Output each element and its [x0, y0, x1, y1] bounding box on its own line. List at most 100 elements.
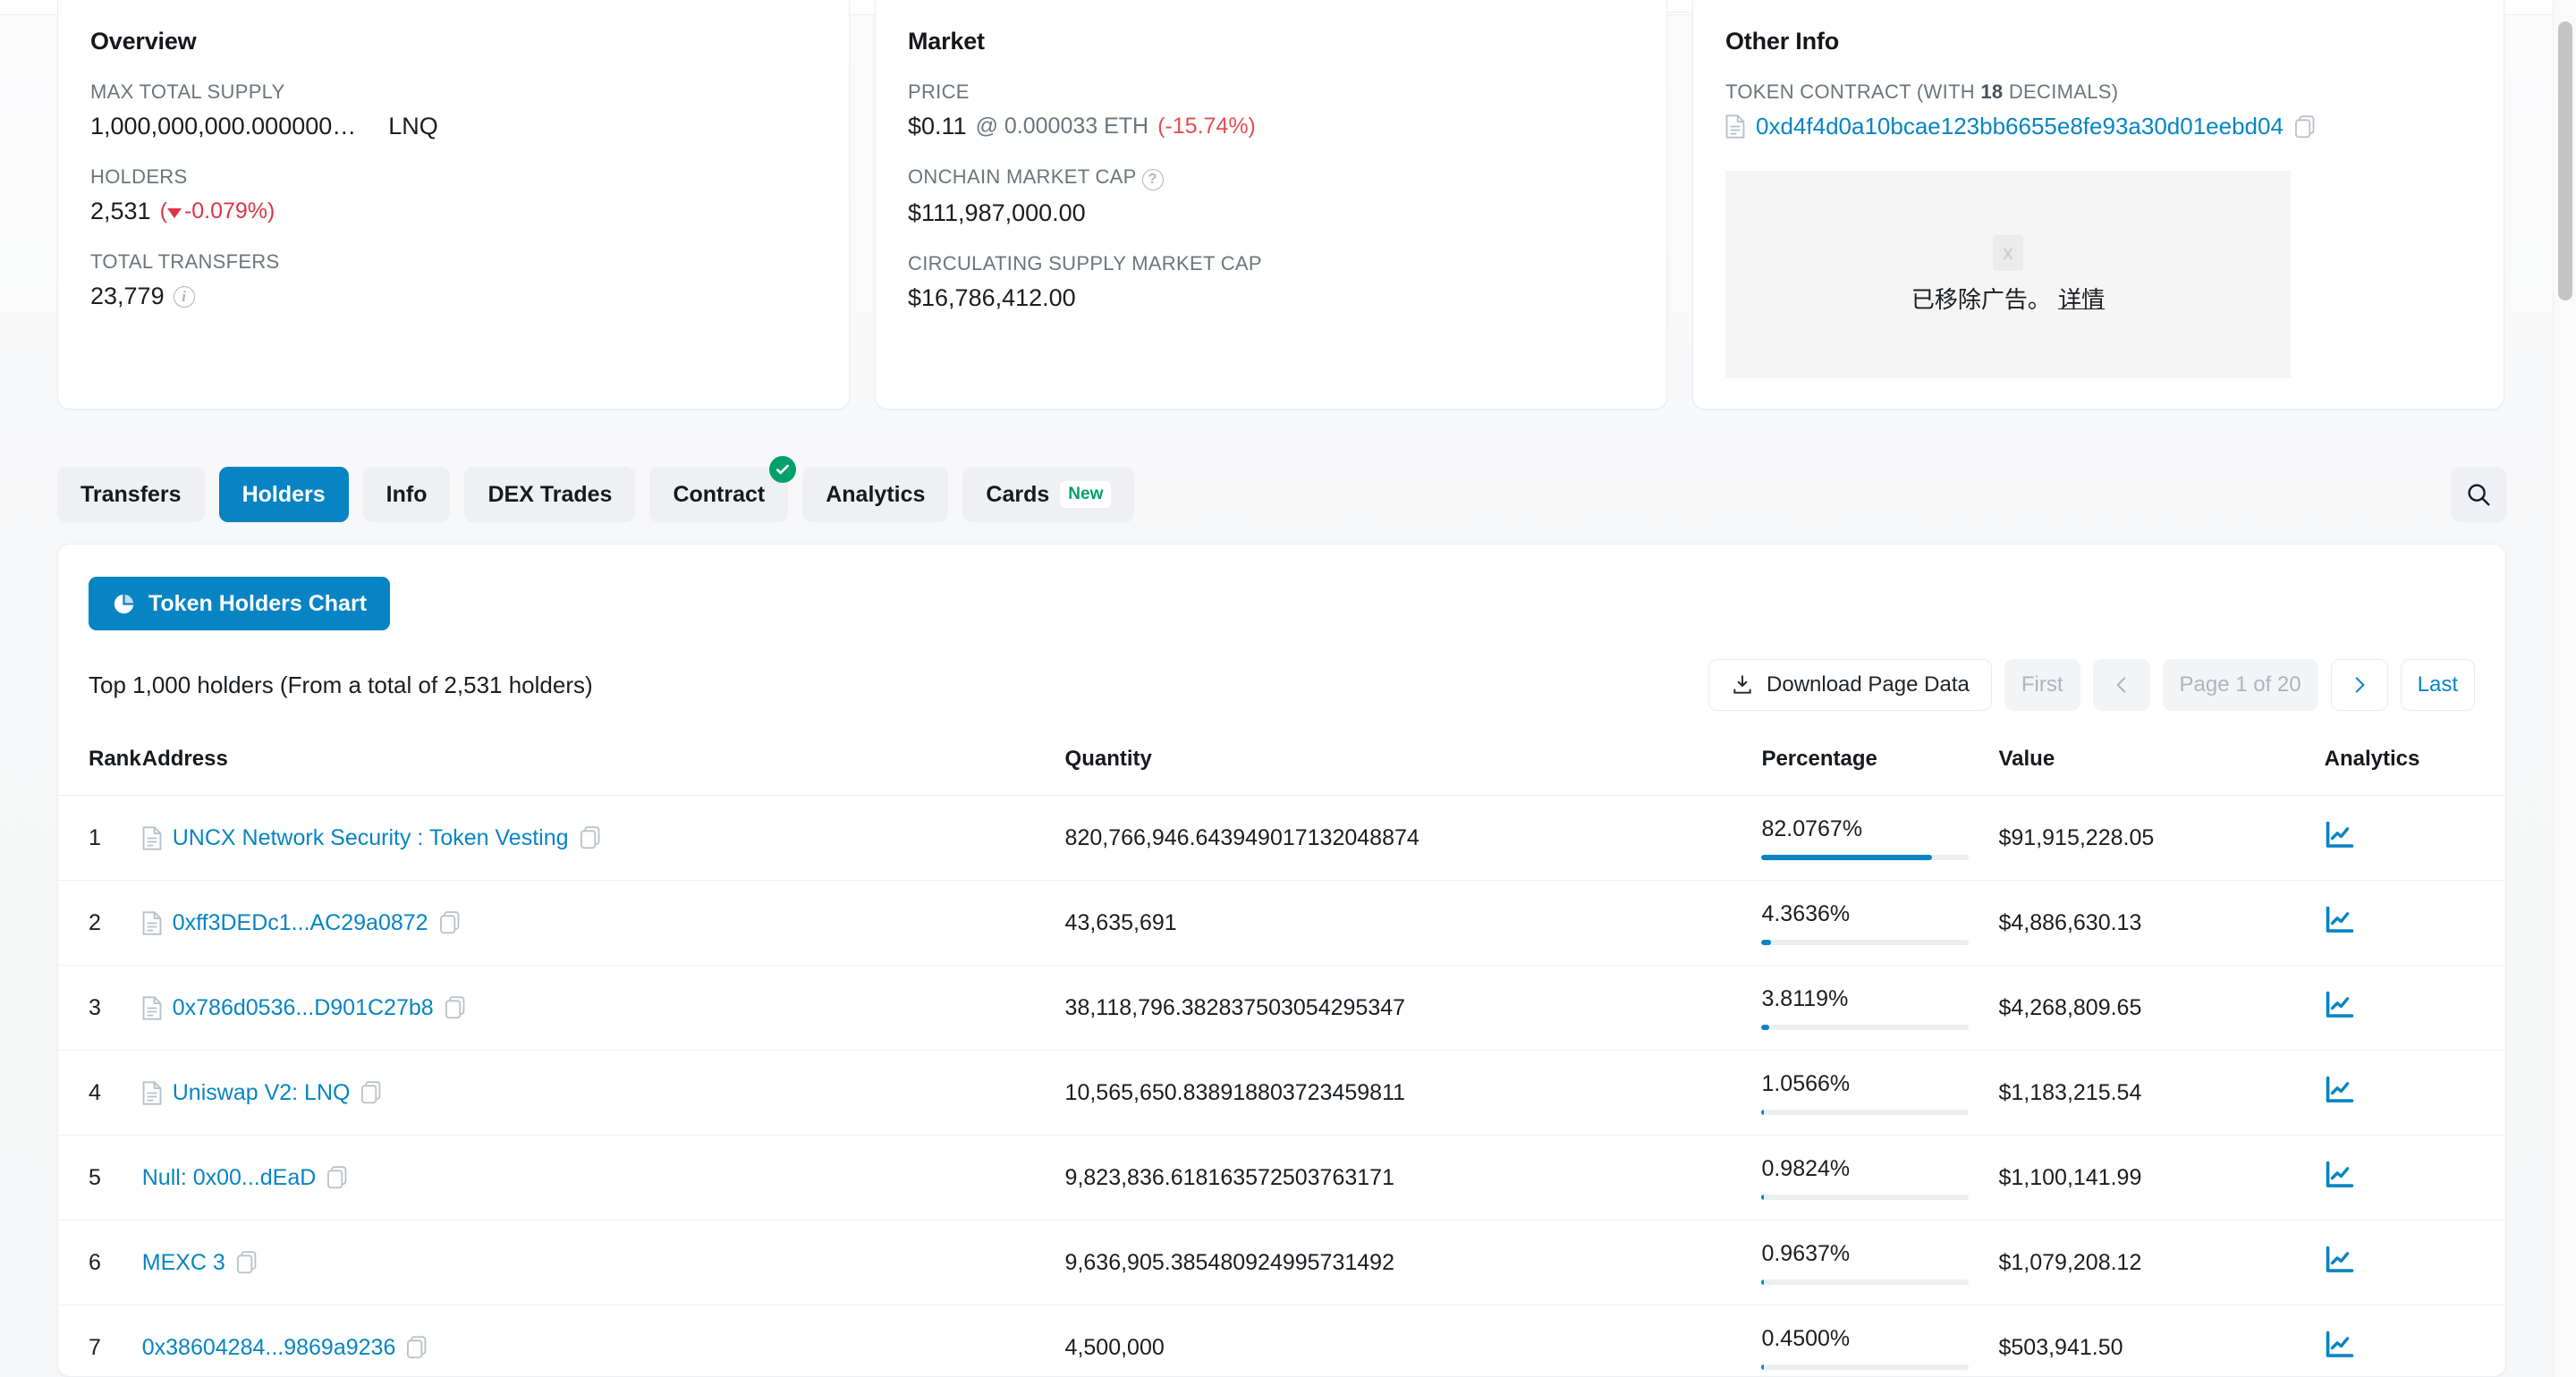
tab-cards[interactable]: Cards New — [962, 467, 1135, 522]
pie-chart-icon — [114, 594, 134, 613]
cell-analytics — [2324, 1305, 2505, 1376]
copy-icon[interactable] — [439, 911, 461, 934]
holders-change: (-0.079%) — [159, 199, 275, 224]
percentage-bar — [1761, 1364, 1970, 1370]
token-symbol: LNQ — [388, 113, 438, 139]
cell-percentage: 3.8119% — [1761, 965, 1999, 1051]
cell-value: $503,941.50 — [1998, 1305, 2325, 1376]
percentage-bar — [1761, 1194, 1970, 1200]
percentage-value: 4.3636% — [1761, 900, 1851, 926]
holders-value-row: 2,531 (-0.079%) — [90, 198, 817, 225]
cell-analytics — [2324, 1050, 2505, 1136]
token-holders-chart-button[interactable]: Token Holders Chart — [89, 577, 391, 630]
percentage-value: 0.4500% — [1761, 1325, 1851, 1351]
tab-transfers[interactable]: Transfers — [57, 467, 205, 522]
cell-quantity: 9,636,905.385480924995731492 — [1064, 1220, 1762, 1305]
price-eth: @ 0.000033 ETH — [975, 114, 1149, 139]
ad-placeholder: x 已移除广告。 详情 — [1725, 171, 2291, 378]
cell-address: UNCX Network Security : Token Vesting — [141, 795, 1065, 881]
copy-icon[interactable] — [2294, 114, 2316, 139]
info-icon[interactable]: i — [173, 285, 195, 308]
copy-icon[interactable] — [360, 1081, 382, 1104]
chevron-left-icon — [2116, 677, 2125, 693]
address-link[interactable]: MEXC 3 — [142, 1250, 225, 1276]
analytics-chart-icon[interactable] — [2325, 906, 2355, 934]
analytics-chart-icon[interactable] — [2325, 1076, 2355, 1104]
tab-holders[interactable]: Holders — [218, 467, 349, 522]
analytics-chart-icon[interactable] — [2325, 821, 2355, 849]
th-value: Value — [1998, 747, 2055, 771]
percentage-value: 3.8119% — [1761, 985, 1849, 1011]
percentage-value: 0.9637% — [1761, 1240, 1851, 1266]
tab-dex-trades[interactable]: DEX Trades — [464, 467, 636, 522]
percentage-bar — [1761, 1109, 1970, 1115]
cell-quantity: 10,565,650.838918803723459811 — [1064, 1050, 1762, 1136]
holders-label: HOLDERS — [90, 165, 188, 188]
analytics-chart-icon[interactable] — [2325, 1246, 2355, 1274]
tab-analytics[interactable]: Analytics — [802, 467, 949, 522]
price-value-row: $0.11 @ 0.000033 ETH (-15.74%) — [908, 113, 1634, 140]
th-percentage: Percentage — [1761, 747, 1877, 771]
help-icon[interactable]: ? — [1141, 169, 1164, 190]
holders-table: Rank Address Quantity Percentage Value A… — [58, 731, 2505, 1376]
address-link[interactable]: 0x38604284...9869a9236 — [142, 1335, 396, 1361]
onchain-market-cap-label: ONCHAIN MARKET CAP ? — [908, 165, 1634, 190]
cell-percentage: 1.0566% — [1761, 1050, 1999, 1136]
ad-removed-text: 已移除广告。 详情 — [1911, 286, 2106, 314]
cell-address: 0x38604284...9869a9236 — [141, 1305, 1065, 1376]
address-link[interactable]: 0x786d0536...D901C27b8 — [173, 995, 434, 1021]
address-link[interactable]: Null: 0x00...dEaD — [142, 1165, 317, 1191]
table-toolbar: Top 1,000 holders (From a total of 2,531… — [89, 659, 2475, 711]
table-body: 1 UNCX Network Security : Token Vesting 82… — [58, 795, 2505, 1376]
first-page-button[interactable]: First — [2004, 659, 2080, 711]
other-info-title: Other Info — [1725, 28, 1839, 55]
table-row: 2 0xff3DEDc1...AC29a0872 43,635,691 4.3636%… — [58, 880, 2505, 966]
th-address: Address — [141, 747, 228, 771]
copy-icon[interactable] — [236, 1251, 258, 1274]
cell-value: $4,268,809.65 — [1998, 965, 2325, 1051]
download-page-data-button[interactable]: Download Page Data — [1708, 659, 1992, 711]
search-icon — [2468, 484, 2490, 506]
percentage-value: 1.0566% — [1761, 1070, 1851, 1096]
percentage-bar — [1761, 1024, 1970, 1030]
cell-percentage: 0.4500% — [1761, 1305, 1999, 1376]
document-icon — [142, 910, 162, 935]
price-value: $0.11 — [908, 113, 967, 139]
next-page-button[interactable] — [2330, 659, 2388, 711]
verified-check-icon — [769, 456, 797, 483]
tab-contract[interactable]: Contract — [649, 456, 797, 522]
address-link[interactable]: 0xff3DEDc1...AC29a0872 — [173, 910, 428, 936]
scrollbar-thumb[interactable] — [2558, 21, 2572, 300]
ad-details-link[interactable]: 详情 — [2058, 287, 2105, 314]
analytics-chart-icon[interactable] — [2325, 1331, 2355, 1359]
cell-quantity: 38,118,796.382837503054295347 — [1064, 965, 1762, 1051]
address-link[interactable]: UNCX Network Security : Token Vesting — [173, 825, 569, 851]
document-icon — [142, 1080, 162, 1105]
token-contract-address[interactable]: 0xd4f4d0a10bcae123bb6655e8fe93a30d01eebd… — [1756, 113, 2284, 140]
total-transfers-value: 23,779 — [90, 283, 165, 309]
max-total-supply-value: 1,000,000,000.000000… — [90, 113, 357, 139]
cell-address: Uniswap V2: LNQ — [141, 1050, 1065, 1136]
copy-icon[interactable] — [406, 1336, 428, 1359]
circulating-supply-market-cap-label: CIRCULATING SUPPLY MARKET CAP — [908, 252, 1262, 275]
total-transfers-label: TOTAL TRANSFERS — [90, 250, 280, 273]
total-transfers-value-row: 23,779 i — [90, 283, 817, 310]
cell-address: 0xff3DEDc1...AC29a0872 — [141, 880, 1065, 966]
cell-rank: 1 — [58, 795, 142, 881]
analytics-chart-icon[interactable] — [2325, 1161, 2355, 1189]
vertical-scrollbar[interactable] — [2553, 0, 2576, 1377]
market-title: Market — [908, 28, 985, 55]
last-page-button[interactable]: Last — [2400, 659, 2475, 711]
tab-info[interactable]: Info — [362, 467, 451, 522]
previous-page-button[interactable] — [2092, 659, 2150, 711]
cell-analytics — [2324, 795, 2505, 881]
copy-icon[interactable] — [326, 1166, 348, 1189]
cell-rank: 7 — [58, 1305, 142, 1376]
copy-icon[interactable] — [445, 996, 466, 1019]
table-row: 6 MEXC 3 9,636,905.385480924995731492 0.963… — [58, 1220, 2505, 1305]
analytics-chart-icon[interactable] — [2325, 991, 2355, 1019]
search-button[interactable] — [2451, 467, 2506, 522]
tab-bar: Transfers Holders Info DEX Trades Contra… — [57, 456, 2506, 524]
copy-icon[interactable] — [580, 826, 601, 849]
address-link[interactable]: Uniswap V2: LNQ — [173, 1080, 351, 1106]
